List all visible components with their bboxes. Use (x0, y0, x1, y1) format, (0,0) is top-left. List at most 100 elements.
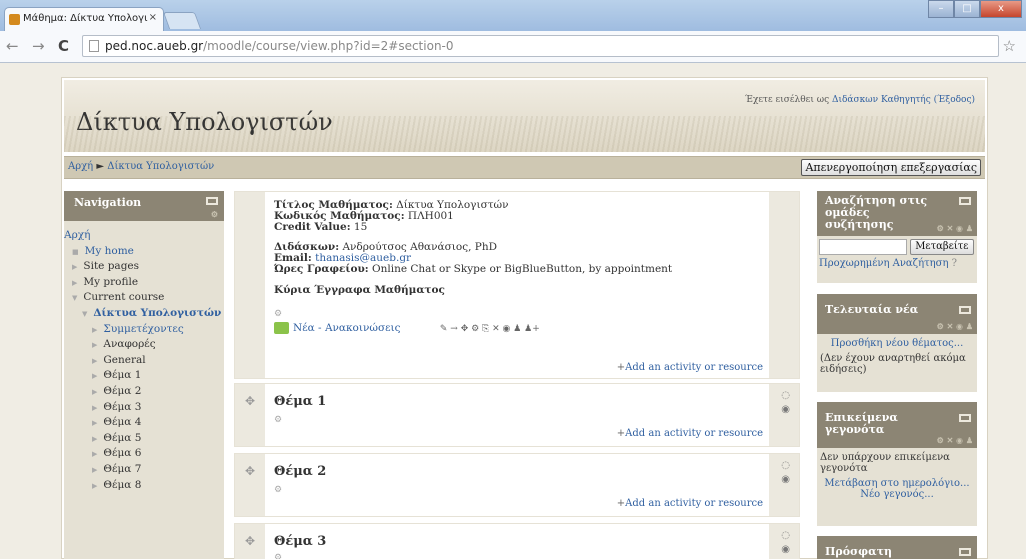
minimize-button[interactable]: – (928, 0, 954, 18)
latest-news-title: Τελευταία νέα (825, 303, 919, 316)
navigation-block: Navigation ⚙ Αρχή ■ My home ▶ Site pages ▶… (64, 191, 224, 559)
nav-item-my-home[interactable]: ■ My home (64, 245, 224, 261)
login-info: Έχετε εισέλθει ως Διδάσκων Καθηγητής (Έξ… (745, 95, 975, 105)
block-tools-icons[interactable]: ⚙ ✕ ◉ ♟ (937, 222, 973, 234)
moodle-favicon-icon (9, 14, 20, 25)
help-icon[interactable]: ? (952, 258, 957, 269)
dock-icon[interactable] (206, 197, 218, 205)
add-topic-link[interactable]: Προσθήκη νέου θέματος... (820, 338, 974, 349)
activity-edit-icons[interactable]: ✎ → ✥ ⚙ ⎘ ✕ ◉ ♟ ♟+ (440, 324, 540, 334)
browser-tab[interactable]: Μάθημα: Δίκτυα Υπολογι × (4, 7, 164, 31)
new-event-link[interactable]: Νέο γεγονός... (820, 489, 974, 500)
hide-eye-icon[interactable]: ◉ (781, 404, 790, 415)
summary-credit-value: 15 (353, 221, 368, 233)
turn-editing-off-button[interactable]: Απενεργοποίηση επεξεργασίας (801, 159, 981, 176)
nav-item-my-profile[interactable]: ▶ My profile (64, 276, 224, 292)
breadcrumb-separator-icon: ► (96, 161, 105, 172)
forum-search-header: Αναζήτηση στις ομάδες συζήτησης ⚙ ✕ ◉ ♟ (817, 191, 977, 236)
navigation-tree: Αρχή ■ My home ▶ Site pages ▶ My profile ▼ C… (64, 221, 224, 494)
no-news-text: (Δεν έχουν αναρτηθεί ακόμα ειδήσεις) (820, 353, 966, 375)
section-gear-icon[interactable]: ⚙ (274, 309, 764, 320)
navigation-title: Navigation (74, 196, 142, 209)
reload-button[interactable]: C (58, 37, 69, 55)
forward-button[interactable]: → (32, 37, 45, 55)
logout-link[interactable]: (Έξοδος) (934, 95, 975, 105)
nav-item-topic-7[interactable]: ▶ Θέμα 7 (64, 463, 224, 479)
user-link[interactable]: Διδάσκων Καθηγητής (832, 95, 931, 105)
news-forum-link[interactable]: Νέα - Ανακοινώσεις (293, 322, 401, 334)
section-2-body: Θέμα 2 ⚙ (274, 454, 326, 495)
nav-item-participants[interactable]: ▶ Συμμετέχοντες (64, 323, 224, 339)
nav-item-topic-2[interactable]: ▶ Θέμα 2 (64, 385, 224, 401)
nav-item-general[interactable]: ▶ General (64, 354, 224, 370)
nav-item-home[interactable]: Αρχή (64, 229, 224, 245)
maximize-button[interactable]: □ (954, 0, 980, 18)
section-left-gutter (235, 192, 265, 378)
collapsed-arrow-icon: ▶ (92, 372, 98, 381)
forum-search-input[interactable] (819, 239, 907, 255)
highlight-icon[interactable]: ◌ (781, 460, 790, 471)
dock-icon[interactable] (959, 548, 971, 556)
highlight-icon[interactable]: ◌ (781, 390, 790, 401)
moodle-page: Δίκτυα Υπολογιστών Έχετε εισέλθει ως Διδ… (61, 77, 988, 559)
nav-item-topic-1[interactable]: ▶ Θέμα 1 (64, 369, 224, 385)
nav-item-site-pages[interactable]: ▶ Site pages (64, 260, 224, 276)
site-title: Δίκτυα Υπολογιστών (76, 108, 333, 136)
address-bar[interactable]: ped.noc.aueb.gr/moodle/course/view.php?i… (82, 35, 999, 57)
nav-item-course[interactable]: ▼ Δίκτυα Υπολογιστών (64, 307, 224, 323)
block-tools-icons[interactable]: ⚙ ✕ ◉ ♟ (937, 320, 973, 332)
collapsed-arrow-icon: ▶ (92, 341, 98, 350)
section-gear-icon[interactable]: ⚙ (274, 415, 326, 425)
nav-item-current-course[interactable]: ▼ Current course (64, 291, 224, 307)
breadcrumb-home[interactable]: Αρχή (68, 161, 93, 172)
nav-item-topic-6[interactable]: ▶ Θέμα 6 (64, 447, 224, 463)
block-settings-icon[interactable]: ⚙ (211, 209, 218, 219)
dock-icon[interactable] (959, 414, 971, 422)
calendar-link[interactable]: Μετάβαση στο ημερολόγιο... (820, 478, 974, 489)
add-activity-link-2[interactable]: +Add an activity or resource (617, 498, 763, 509)
expanded-arrow-icon: ▼ (82, 309, 88, 318)
bookmark-star-icon[interactable]: ☆ (1003, 37, 1016, 55)
move-icon[interactable]: ✥ (245, 394, 255, 408)
section-title: Θέμα 1 (274, 394, 327, 409)
summary-hours-value: Online Chat or Skype or BigBlueButton, b… (371, 263, 673, 275)
course-summary: Τίτλος Μαθήματος: Δίκτυα Υπολογιστών Κωδ… (274, 200, 764, 335)
forum-search-go-button[interactable]: Μεταβείτε (910, 239, 974, 255)
upcoming-events-title: Επικείμενα γεγονότα (825, 411, 898, 436)
new-tab-button[interactable] (162, 12, 202, 29)
back-button[interactable]: ← (6, 37, 19, 55)
upcoming-events-content: Δεν υπάρχουν επικείμενα γεγονότα Μετάβασ… (817, 448, 977, 504)
section-3: ✥ ◌ ◉ Θέμα 3 ⚙ (234, 523, 800, 559)
move-icon[interactable]: ✥ (245, 534, 255, 548)
summary-credit-label: Credit Value: (274, 221, 351, 233)
tab-close-icon[interactable]: × (149, 12, 157, 23)
collapsed-arrow-icon: ▶ (72, 278, 78, 287)
dock-icon[interactable] (959, 306, 971, 314)
nav-item-topic-8[interactable]: ▶ Θέμα 8 (64, 479, 224, 495)
forum-search-title: Αναζήτηση στις ομάδες συζήτησης (825, 194, 928, 231)
move-icon[interactable]: ✥ (245, 464, 255, 478)
url-host: ped.noc.aueb.gr (105, 39, 204, 53)
collapsed-arrow-icon: ▶ (92, 387, 98, 396)
breadcrumb-course[interactable]: Δίκτυα Υπολογιστών (107, 161, 214, 172)
advanced-search-link[interactable]: Προχωρημένη Αναζήτηση ? (819, 258, 975, 269)
hide-eye-icon[interactable]: ◉ (781, 544, 790, 555)
section-gear-icon[interactable]: ⚙ (274, 485, 326, 495)
browser-tab-bar: Μάθημα: Δίκτυα Υπολογι × – □ x (0, 0, 1026, 31)
add-activity-link-1[interactable]: +Add an activity or resource (617, 428, 763, 439)
nav-item-topic-3[interactable]: ▶ Θέμα 3 (64, 401, 224, 417)
section-gear-icon[interactable]: ⚙ (274, 553, 326, 559)
dock-icon[interactable] (959, 197, 971, 205)
forum-search-block: Αναζήτηση στις ομάδες συζήτησης ⚙ ✕ ◉ ♟ … (817, 191, 977, 283)
section-3-body: Θέμα 3 ⚙ (274, 524, 326, 559)
hide-eye-icon[interactable]: ◉ (781, 474, 790, 485)
highlight-icon[interactable]: ◌ (781, 530, 790, 541)
nav-item-topic-5[interactable]: ▶ Θέμα 5 (64, 432, 224, 448)
close-window-button[interactable]: x (980, 0, 1022, 18)
nav-item-reports[interactable]: ▶ Αναφορές (64, 338, 224, 354)
add-activity-link-0[interactable]: +Add an activity or resource (617, 362, 763, 373)
collapsed-arrow-icon: ▶ (92, 325, 98, 334)
nav-item-topic-4[interactable]: ▶ Θέμα 4 (64, 416, 224, 432)
block-tools-icons[interactable]: ⚙ ✕ ◉ ♟ (937, 434, 973, 446)
section-title: Θέμα 2 (274, 464, 327, 479)
